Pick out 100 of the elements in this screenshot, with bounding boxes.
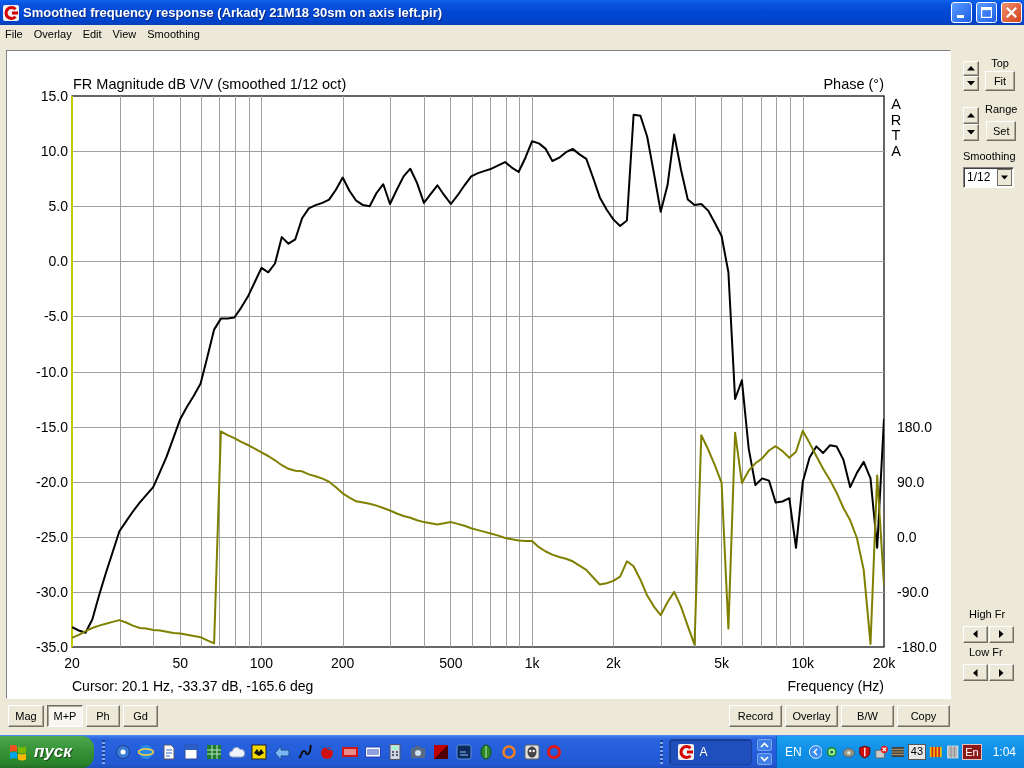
chevron-left-icon[interactable] xyxy=(808,744,823,760)
y-axis-label: -35.0 xyxy=(36,639,68,655)
action-button[interactable]: Overlay xyxy=(785,705,838,727)
caret-icon xyxy=(997,169,1012,187)
tile-icon[interactable] xyxy=(342,744,359,760)
view-tab[interactable]: Gd xyxy=(123,705,158,727)
spin-up-button[interactable] xyxy=(963,107,979,124)
side-label: ARTA xyxy=(890,96,902,159)
cloud-icon[interactable] xyxy=(228,744,245,760)
action-button[interactable]: Copy xyxy=(897,705,950,727)
phase-axis-label: 180.0 xyxy=(897,418,933,435)
maximize-icon xyxy=(981,7,992,18)
step-right-button[interactable] xyxy=(989,625,1014,643)
field-label: Range xyxy=(985,103,1018,117)
tray-badge[interactable]: 43 xyxy=(907,744,927,760)
triangle-down-icon xyxy=(967,130,975,135)
triangle-left-icon xyxy=(973,630,978,639)
triangle-right-icon xyxy=(999,630,1004,639)
taskbar-button[interactable]: A xyxy=(668,739,752,765)
spin-up-button[interactable] xyxy=(963,61,979,76)
action-button[interactable]: B/W xyxy=(841,705,894,727)
view-tab[interactable]: M+P xyxy=(47,705,83,727)
close-button[interactable] xyxy=(1001,2,1022,23)
document-icon[interactable] xyxy=(160,744,177,760)
window-icon xyxy=(677,744,694,760)
x-axis-label: 100 xyxy=(249,655,274,671)
error-icon[interactable] xyxy=(874,744,889,760)
action-button[interactable]: Set xyxy=(986,121,1017,141)
menu-item[interactable]: Smoothing xyxy=(142,28,206,42)
smoothing-dropdown[interactable]: 1/12 xyxy=(963,167,1014,189)
phase-axis-label: 90.0 xyxy=(897,473,925,490)
x-axis-label: 5k xyxy=(714,655,729,671)
y-axis-label: 0.0 xyxy=(48,253,68,270)
leaf-icon[interactable] xyxy=(478,744,495,760)
tile-icon[interactable] xyxy=(251,744,268,760)
scroll-up-button[interactable] xyxy=(757,739,772,751)
menu-item[interactable]: View xyxy=(107,28,143,42)
window-title: Smoothed frequency response (Arkady 21M18 30sm on axis left.pir) xyxy=(23,4,443,21)
camera-icon[interactable] xyxy=(410,744,427,760)
field-label: Low Fr xyxy=(969,645,1003,659)
grid-icon[interactable] xyxy=(891,744,905,760)
spin-down-button[interactable] xyxy=(963,76,979,91)
step-right-button[interactable] xyxy=(989,664,1014,681)
maximize-button[interactable] xyxy=(976,2,997,23)
mask-icon[interactable] xyxy=(523,744,540,760)
gear-icon[interactable] xyxy=(115,744,132,760)
axis-title: Frequency (Hz) xyxy=(787,678,884,694)
x-axis-label: 2k xyxy=(605,655,621,671)
menu-item[interactable]: Overlay xyxy=(28,28,78,42)
globe-icon[interactable] xyxy=(137,744,154,760)
tile-icon[interactable] xyxy=(364,744,381,760)
tile-icon[interactable] xyxy=(455,744,472,760)
bars-icon[interactable] xyxy=(929,744,943,760)
y-axis-label: -10.0 xyxy=(36,363,68,380)
tile-icon[interactable] xyxy=(945,744,960,760)
chart-title: FR Magnitude dB V/V (smoothed 1/12 oct) xyxy=(73,76,347,92)
y-axis-label: 5.0 xyxy=(48,198,68,215)
start-button[interactable]: пуск xyxy=(0,736,95,768)
arrow-icon[interactable] xyxy=(274,744,291,760)
chevron-up-icon xyxy=(760,742,769,748)
wave-icon[interactable] xyxy=(296,744,313,760)
view-tab[interactable]: Mag xyxy=(8,705,44,727)
spin-down-button[interactable] xyxy=(963,124,979,141)
flag-icon xyxy=(8,743,28,761)
scroll-down-button[interactable] xyxy=(757,753,772,765)
field-label: Smoothing xyxy=(963,150,1016,164)
x-axis-label: 20k xyxy=(872,655,896,671)
triangle-right-icon xyxy=(999,668,1004,677)
window-icon xyxy=(3,4,19,21)
document-icon[interactable] xyxy=(183,744,200,760)
menu-item[interactable]: Edit xyxy=(77,28,108,42)
phase-axis-label: 0.0 xyxy=(897,528,917,545)
step-left-button[interactable] xyxy=(963,664,988,681)
y-axis-label: -30.0 xyxy=(36,583,68,600)
field-label: High Fr xyxy=(969,607,1006,621)
x-axis-label: 20 xyxy=(64,655,80,671)
shield-icon[interactable] xyxy=(858,744,872,760)
action-button[interactable]: Record xyxy=(729,705,782,727)
tile-icon[interactable] xyxy=(432,744,449,760)
step-left-button[interactable] xyxy=(963,625,988,643)
menu-item[interactable]: File xyxy=(0,28,29,42)
y-axis-label: 10.0 xyxy=(40,143,68,160)
y-axis-label: 15.0 xyxy=(40,88,68,104)
keyboard-layout-indicator[interactable]: En xyxy=(962,743,982,761)
triangle-down-icon xyxy=(967,81,975,86)
ring-icon[interactable] xyxy=(500,744,517,760)
x-axis-label: 50 xyxy=(172,655,189,671)
action-button[interactable]: Fit xyxy=(985,71,1015,91)
ring-icon[interactable] xyxy=(825,744,839,760)
triangle-left-icon xyxy=(973,668,978,677)
view-tab[interactable]: Ph xyxy=(86,705,120,727)
minimize-icon xyxy=(957,15,964,18)
calculator-icon[interactable] xyxy=(387,744,404,760)
y-axis-label: -5.0 xyxy=(43,308,68,325)
phase-axis-label: -180.0 xyxy=(897,639,937,655)
close-icon xyxy=(1006,7,1017,18)
minimize-button[interactable] xyxy=(951,2,972,23)
x-axis-label: 200 xyxy=(331,655,355,671)
spreadsheet-icon[interactable] xyxy=(206,744,222,760)
triangle-up-icon xyxy=(967,113,975,118)
